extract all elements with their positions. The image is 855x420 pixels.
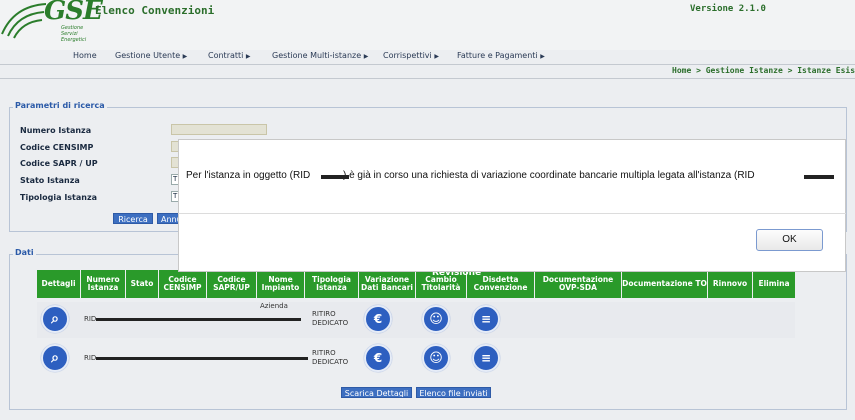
col-numero-istanza: Numero Istanza xyxy=(81,270,126,298)
label-stato-istanza: Stato Istanza xyxy=(20,176,80,185)
chevron-right-icon: ▶ xyxy=(434,53,439,60)
document-icon[interactable]: ≡ xyxy=(472,305,500,333)
nav-item-corrispettivi[interactable]: Corrispettivi ▶ xyxy=(383,51,439,60)
ok-button[interactable]: OK xyxy=(756,229,823,251)
alert-divider xyxy=(178,213,846,214)
col-tipologia-istanza: Tipologia Istanza xyxy=(305,270,359,298)
nav-divider xyxy=(0,64,855,65)
label-numero-istanza: Numero Istanza xyxy=(20,126,92,135)
col-documentazione-ovp-sda: Documentazione OVP-SDA xyxy=(535,270,622,298)
numero-istanza-input[interactable] xyxy=(171,124,267,135)
col-rinnovo: Rinnovo xyxy=(708,270,753,298)
col-nome-impianto: Nome Impianto xyxy=(257,270,305,298)
numero-istanza-cell: RID xyxy=(84,315,97,323)
chevron-right-icon: ▶ xyxy=(363,53,369,60)
main-nav: Home Gestione Utente ▶ Contratti ▶ Gesti… xyxy=(60,50,855,64)
sent-files-button[interactable]: Elenco file inviati xyxy=(416,387,491,398)
chevron-right-icon: ▶ xyxy=(540,53,545,60)
tipologia-cell: RITIRO DEDICATO xyxy=(312,310,349,327)
redacted-value xyxy=(96,318,301,321)
version-label: Versione 2.1.0 xyxy=(690,4,766,14)
nav-item-multi-istanze[interactable]: Gestione Multi-istanze ▶ xyxy=(272,51,368,60)
alert-dialog xyxy=(178,139,846,272)
alert-message: Per l'istanza in oggetto (RID ) è già in… xyxy=(186,170,755,181)
tipologia-cell: RITIRO DEDICATO xyxy=(312,349,349,366)
users-icon[interactable]: ☺ xyxy=(422,305,450,333)
col-dettagli: Dettagli xyxy=(37,270,81,298)
col-stato: Stato xyxy=(126,270,159,298)
gse-logo: GSE xyxy=(44,0,103,26)
nome-impianto-cell: Azienda xyxy=(260,302,288,310)
bank-change-icon[interactable]: € xyxy=(364,305,392,333)
col-codice-sapr: Codice SAPR/UP xyxy=(207,270,257,298)
breadcrumb-divider xyxy=(0,78,855,79)
bank-change-icon[interactable]: € xyxy=(364,344,392,372)
nav-item-contratti[interactable]: Contratti ▶ xyxy=(208,51,251,60)
data-legend: Dati xyxy=(13,248,36,257)
magnify-icon[interactable]: ⌕ xyxy=(41,305,69,333)
nav-item-gestione-utente[interactable]: Gestione Utente ▶ xyxy=(115,51,187,60)
col-variazione-dati-bancari: Variazione Dati Bancari xyxy=(359,270,416,298)
users-icon[interactable]: ☺ xyxy=(422,344,450,372)
label-tipologia-istanza: Tipologia Istanza xyxy=(20,193,98,202)
col-elimina: Elimina xyxy=(753,270,795,298)
col-documentazione-to: Documentazione TO xyxy=(622,270,708,298)
reset-button[interactable]: Annu xyxy=(157,213,179,224)
breadcrumb[interactable]: Home > Gestione Istanze > Istanze Esiste… xyxy=(672,66,855,75)
redacted-value xyxy=(96,357,308,360)
numero-istanza-cell: RID xyxy=(84,354,97,362)
search-legend: Parametri di ricerca xyxy=(13,101,107,110)
col-codice-censimp: Codice CENSIMP xyxy=(159,270,207,298)
magnify-icon[interactable]: ⌕ xyxy=(41,344,69,372)
nav-item-fatture[interactable]: Fatture e Pagamenti ▶ xyxy=(457,51,545,60)
redacted-value xyxy=(321,175,349,179)
label-codice-sapr: Codice SAPR / UP xyxy=(20,159,98,168)
download-details-button[interactable]: Scarica Dettagli xyxy=(341,387,412,398)
nav-item-home[interactable]: Home xyxy=(73,51,97,60)
chevron-right-icon: ▶ xyxy=(245,53,251,60)
redacted-value xyxy=(804,175,834,179)
app-title: Elenco Convenzioni xyxy=(95,4,215,17)
chevron-right-icon: ▶ xyxy=(182,53,188,60)
logo-subtitle: Gestione Servizi Energetici xyxy=(61,25,87,43)
label-codice-censimp: Codice CENSIMP xyxy=(20,143,94,152)
search-button[interactable]: Ricerca xyxy=(113,213,153,224)
document-icon[interactable]: ≡ xyxy=(472,344,500,372)
